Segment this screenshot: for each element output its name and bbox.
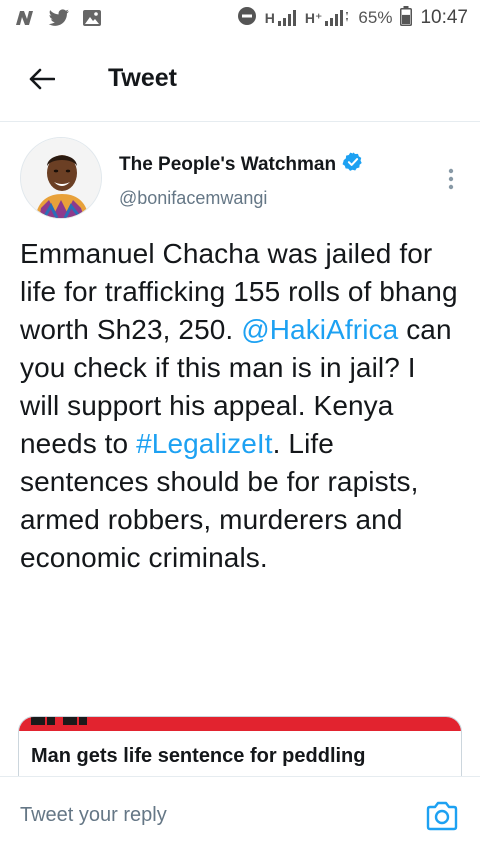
battery-percent: 65% — [358, 8, 393, 27]
status-bar: H H⁺ 65% 10:47 — [0, 0, 480, 36]
reply-bar — [0, 776, 480, 854]
system-status: H H⁺ 65% 10:47 — [237, 5, 468, 31]
n-app-icon — [14, 9, 36, 27]
camera-button[interactable] — [422, 796, 462, 836]
author-info[interactable]: The People's Watchman @bonifacemwangi — [119, 137, 436, 209]
back-arrow-icon — [29, 68, 55, 89]
tweet-detail: The People's Watchman @bonifacemwangi Em… — [0, 123, 480, 577]
author-handle: @bonifacemwangi — [119, 188, 268, 208]
signal-2: H⁺ — [305, 9, 351, 27]
network-type-label: H⁺ — [304, 9, 323, 26]
reply-input[interactable] — [20, 804, 380, 827]
more-vertical-icon — [448, 168, 454, 190]
more-options-button[interactable] — [436, 159, 466, 199]
back-button[interactable] — [14, 51, 70, 107]
name-row: The People's Watchman — [119, 151, 436, 178]
verified-badge-icon — [342, 151, 364, 178]
card-title: Man gets life sentence for peddling — [31, 745, 366, 767]
signal-1: H — [265, 9, 297, 27]
signal-icon — [277, 10, 296, 26]
notification-icons — [14, 9, 102, 27]
display-name: The People's Watchman — [119, 153, 337, 175]
do-not-disturb-icon — [237, 6, 257, 31]
signal-icon — [325, 10, 349, 26]
page-title: Tweet — [108, 64, 177, 92]
battery-icon — [400, 5, 413, 31]
card-image — [19, 717, 461, 731]
mention-link[interactable]: @HakiAfrica — [241, 314, 398, 345]
app-header: Tweet — [0, 36, 480, 122]
network-type-label: H — [264, 10, 275, 26]
avatar[interactable] — [20, 137, 102, 219]
gallery-icon — [82, 9, 102, 27]
clock: 10:47 — [420, 7, 468, 28]
avatar-image — [21, 138, 101, 218]
tweet-author-row: The People's Watchman @bonifacemwangi — [20, 123, 460, 219]
camera-icon — [426, 801, 458, 830]
hashtag-link[interactable]: #LegalizeIt — [136, 428, 273, 459]
tweet-text: Emmanuel Chacha was jailed for life for … — [20, 235, 460, 577]
twitter-icon — [48, 9, 70, 27]
